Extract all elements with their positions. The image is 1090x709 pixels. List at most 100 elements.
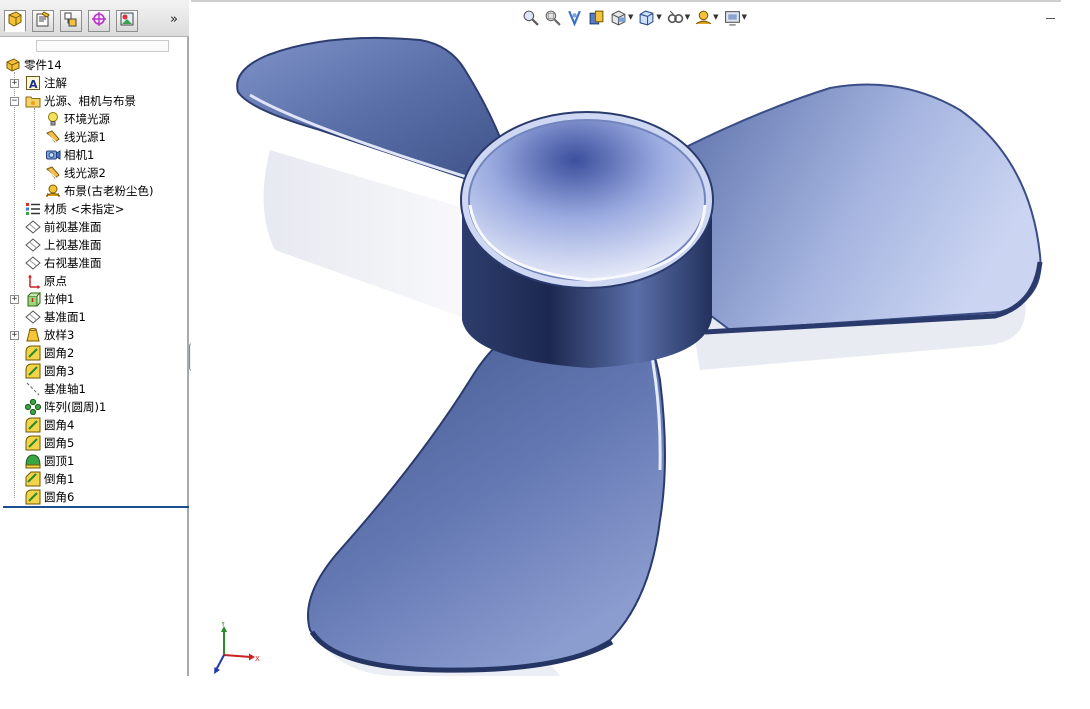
feature-manager-tab-icon	[7, 11, 23, 31]
display-manager-tab-icon	[119, 11, 135, 31]
annotations-icon: A	[25, 75, 41, 91]
tree-item-fillet-6[interactable]: 圆角6	[25, 488, 74, 506]
expand-annotations-button[interactable]: +	[10, 79, 19, 88]
tree-item-ambient-light[interactable]: 环境光源	[45, 110, 110, 128]
reference-triad: Y X	[214, 622, 260, 674]
tree-item-fillet-5[interactable]: 圆角5	[25, 434, 74, 452]
tree-item-fillet-2[interactable]: 圆角2	[25, 344, 74, 362]
tree-item-front-plane[interactable]: 前视基准面	[25, 218, 102, 236]
tree-item-axis-1[interactable]: 基准轴1	[25, 380, 86, 398]
tree-item-label: 布景(古老粉尘色)	[64, 184, 154, 198]
tree-item-label: 阵列(圆周)1	[44, 400, 107, 414]
fillet-icon	[25, 489, 41, 505]
tree-item-label: 注解	[44, 76, 67, 90]
zoom-to-area-button[interactable]	[544, 8, 561, 26]
tree-item-annotations[interactable]: A 注解	[25, 74, 67, 92]
loft-icon	[25, 327, 41, 343]
tree-item-directional-light-2[interactable]: 线光源2	[45, 164, 106, 182]
plane-icon	[25, 237, 41, 253]
tree-item-material[interactable]: 材质 <未指定>	[25, 200, 124, 218]
configuration-manager-tab-icon	[63, 11, 79, 31]
tree-item-top-plane[interactable]: 上视基准面	[25, 236, 102, 254]
panel-tab-bar: »	[0, 0, 189, 37]
tree-item-plane-1[interactable]: 基准面1	[25, 308, 86, 326]
plane-icon	[25, 309, 41, 325]
apply-scene-icon	[724, 9, 741, 26]
property-manager-tab-icon	[35, 11, 51, 31]
view-orientation-button[interactable]: ▼	[610, 8, 633, 26]
solidworks-window: » 零件14 + − + + A 注解 光源、相机与布景 环境光源 线光源1 相…	[0, 0, 1090, 709]
tree-item-chamfer-1[interactable]: 倒角1	[25, 470, 74, 488]
propeller-model[interactable]	[191, 0, 1090, 676]
tree-item-label: 放样3	[44, 328, 75, 342]
expand-loft-button[interactable]: +	[10, 331, 19, 340]
hide-show-items-button[interactable]: ▼	[667, 8, 690, 26]
tree-filter-input[interactable]	[36, 40, 169, 52]
tree-root-label: 零件14	[24, 58, 62, 72]
collapse-lights-button[interactable]: −	[10, 97, 19, 106]
tree-item-directional-light-1[interactable]: 线光源1	[45, 128, 106, 146]
more-tabs-button[interactable]: »	[170, 12, 178, 28]
apply-scene-button[interactable]: ▼	[724, 8, 747, 26]
tree-item-label: 圆角3	[44, 364, 75, 378]
ambient-light-icon	[45, 111, 61, 127]
dim-xpert-tab[interactable]	[88, 10, 110, 32]
zoom-to-area-icon	[544, 9, 561, 26]
tree-item-label: 倒角1	[44, 472, 75, 486]
tree-item-label: 相机1	[64, 148, 95, 162]
tree-item-camera-1[interactable]: 相机1	[45, 146, 94, 164]
display-manager-tab[interactable]	[116, 10, 138, 32]
directional-light-icon	[45, 165, 61, 181]
tree-item-right-plane[interactable]: 右视基准面	[25, 254, 102, 272]
circular-pattern-icon	[25, 399, 41, 415]
edit-appearance-icon	[695, 9, 712, 26]
fillet-icon	[25, 345, 41, 361]
tree-item-circular-pattern-1[interactable]: 阵列(圆周)1	[25, 398, 106, 416]
previous-view-button[interactable]	[566, 8, 583, 26]
property-manager-tab[interactable]	[32, 10, 54, 32]
origin-icon	[25, 273, 41, 289]
tree-item-lights-cameras[interactable]: 光源、相机与布景	[25, 92, 136, 110]
svg-text:A: A	[29, 78, 38, 91]
tree-item-scene[interactable]: 布景(古老粉尘色)	[45, 182, 153, 200]
display-style-button[interactable]: ▼	[638, 8, 662, 26]
viewport-minimize-button[interactable]	[1046, 18, 1055, 19]
zoom-to-fit-icon	[522, 9, 539, 26]
expand-extrude-button[interactable]: +	[10, 295, 19, 304]
tree-root[interactable]: 零件14	[5, 56, 62, 74]
extrude-icon	[25, 291, 41, 307]
tree-item-label: 圆角2	[44, 346, 75, 360]
tree-item-label: 线光源1	[64, 130, 106, 144]
feature-manager-tab[interactable]	[4, 10, 26, 32]
tree-item-label: 拉伸1	[44, 292, 75, 306]
tree-item-label: 基准面1	[44, 310, 86, 324]
part-icon	[5, 57, 21, 73]
tree-item-fillet-3[interactable]: 圆角3	[25, 362, 74, 380]
fillet-icon	[25, 363, 41, 379]
lights-cameras-folder-icon	[25, 93, 41, 109]
tree-item-label: 原点	[44, 274, 67, 288]
plane-icon	[25, 255, 41, 271]
rollback-bar[interactable]	[3, 506, 189, 508]
configuration-manager-tab[interactable]	[60, 10, 82, 32]
tree-connector	[14, 72, 15, 498]
tree-item-label: 圆角4	[44, 418, 75, 432]
tree-item-dome-1[interactable]: 圆顶1	[25, 452, 74, 470]
camera-icon	[45, 147, 61, 163]
tree-item-label: 右视基准面	[44, 256, 102, 270]
tree-item-label: 线光源2	[64, 166, 106, 180]
tree-item-extrude-1[interactable]: 拉伸1	[25, 290, 74, 308]
previous-view-icon	[566, 9, 583, 26]
edit-appearance-button[interactable]: ▼	[695, 8, 719, 26]
dome-icon	[25, 453, 41, 469]
tree-item-origin[interactable]: 原点	[25, 272, 67, 290]
tree-item-label: 圆角5	[44, 436, 75, 450]
hide-show-items-icon	[667, 9, 684, 26]
view-orientation-icon	[610, 9, 627, 26]
tree-item-loft-3[interactable]: 放样3	[25, 326, 74, 344]
tree-item-label: 环境光源	[64, 112, 110, 126]
feature-manager-panel: » 零件14 + − + + A 注解 光源、相机与布景 环境光源 线光源1 相…	[0, 0, 189, 676]
zoom-to-fit-button[interactable]	[522, 8, 539, 26]
section-view-button[interactable]	[588, 8, 605, 26]
tree-item-fillet-4[interactable]: 圆角4	[25, 416, 74, 434]
